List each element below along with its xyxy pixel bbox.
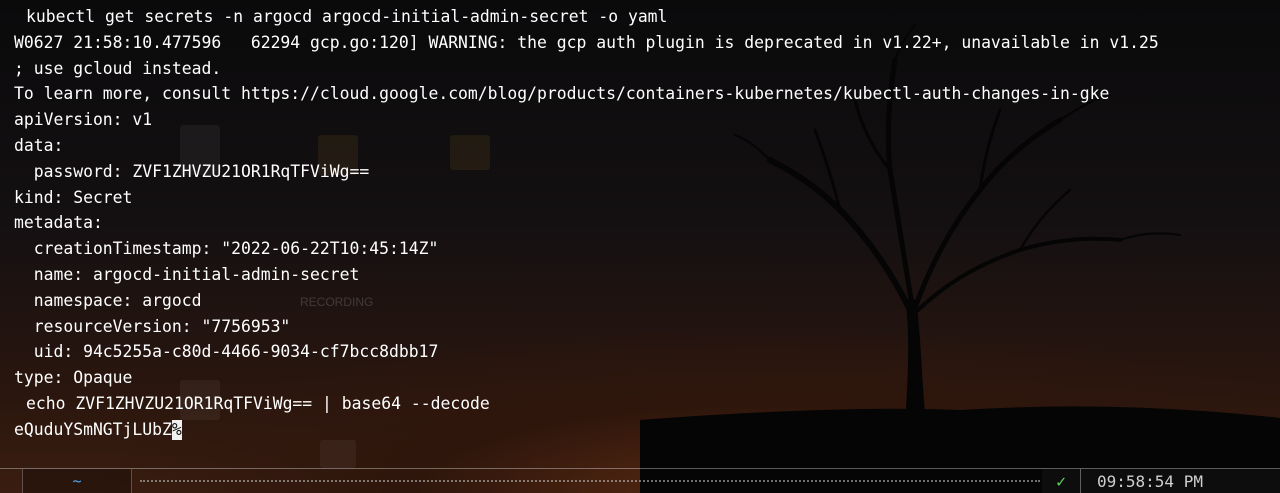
- command-text: echo ZVF1ZHVZU21OR1RqTFViWg== | base64 -…: [26, 393, 490, 413]
- current-directory: ~: [22, 469, 132, 493]
- terminal-cursor: %: [171, 419, 182, 440]
- terminal-line-2: W0627 21:58:10.477596 62294 gcp.go:120] …: [14, 30, 1280, 56]
- status-bar: ~ ✓ 09:58:54 PM: [0, 468, 1280, 493]
- terminal-line-16: ❯echo ZVF1ZHVZU21OR1RqTFViWg== | base64 …: [14, 391, 1280, 417]
- terminal-line-8: kind: Secret: [14, 185, 1280, 211]
- yaml-line: password: ZVF1ZHVZU21OR1RqTFViWg==: [14, 161, 370, 181]
- terminal-line-17: eQuduYSmNGTjLUbZ%: [14, 417, 1280, 443]
- terminal-window[interactable]: RECORDING ❯kubectl get secrets -n argocd…: [0, 0, 1280, 493]
- decoded-output: eQuduYSmNGTjLUbZ: [14, 419, 172, 439]
- success-check-icon: ✓: [1042, 469, 1081, 493]
- warning-text-cont: ; use gcloud instead.: [14, 58, 222, 78]
- terminal-line-12: namespace: argocd: [14, 288, 1280, 314]
- yaml-line: creationTimestamp: "2022-06-22T10:45:14Z…: [14, 239, 439, 259]
- status-clock: 09:58:54 PM: [1097, 472, 1203, 491]
- yaml-line: apiVersion: v1: [14, 110, 153, 130]
- terminal-line-4: To learn more, consult https://cloud.goo…: [14, 81, 1280, 107]
- terminal-line-9: metadata:: [14, 210, 1280, 236]
- terminal-line-6: data:: [14, 133, 1280, 159]
- yaml-line: resourceVersion: "7756953": [14, 316, 291, 336]
- yaml-line: name: argocd-initial-admin-secret: [14, 264, 360, 284]
- terminal-line-10: creationTimestamp: "2022-06-22T10:45:14Z…: [14, 236, 1280, 262]
- terminal-line-7: password: ZVF1ZHVZU21OR1RqTFViWg==: [14, 159, 1280, 185]
- status-bar-filler: [140, 480, 1040, 482]
- terminal-line-14: uid: 94c5255a-c80d-4466-9034-cf7bcc8dbb1…: [14, 339, 1280, 365]
- terminal-line-11: name: argocd-initial-admin-secret: [14, 262, 1280, 288]
- yaml-line: metadata:: [14, 213, 103, 233]
- yaml-line: type: Opaque: [14, 368, 133, 388]
- prompt-arrow-icon: ❯: [14, 391, 26, 417]
- terminal-line-1: ❯kubectl get secrets -n argocd argocd-in…: [14, 4, 1280, 30]
- yaml-line: kind: Secret: [14, 187, 133, 207]
- prompt-arrow-icon: ❯: [14, 4, 26, 30]
- yaml-line: data:: [14, 135, 64, 155]
- command-text: kubectl get secrets -n argocd argocd-ini…: [26, 7, 668, 26]
- yaml-line: namespace: argocd: [14, 290, 202, 310]
- terminal-line-15: type: Opaque: [14, 365, 1280, 391]
- yaml-line: uid: 94c5255a-c80d-4466-9034-cf7bcc8dbb1…: [14, 342, 439, 362]
- terminal-line-5: apiVersion: v1: [14, 107, 1280, 133]
- terminal-line-13: resourceVersion: "7756953": [14, 314, 1280, 340]
- warning-text: W0627 21:58:10.477596 62294 gcp.go:120] …: [14, 32, 1159, 52]
- info-text: To learn more, consult https://cloud.goo…: [14, 84, 1110, 104]
- status-segment-right: ✓ 09:58:54 PM: [1042, 469, 1280, 493]
- terminal-output: ❯kubectl get secrets -n argocd argocd-in…: [14, 4, 1280, 443]
- terminal-line-3: ; use gcloud instead.: [14, 56, 1280, 82]
